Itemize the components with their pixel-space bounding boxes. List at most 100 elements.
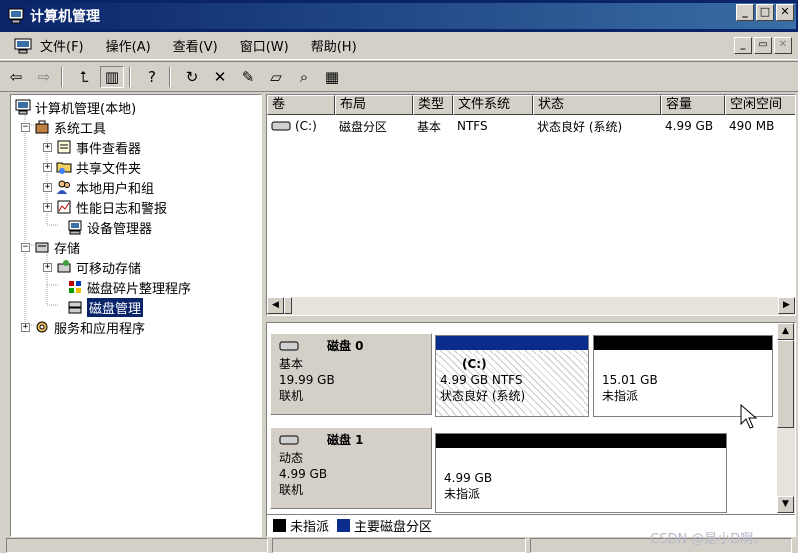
expand-icon[interactable]: +	[21, 322, 30, 332]
disk-name: 磁盘 0	[327, 339, 364, 353]
storage-icon	[35, 242, 49, 253]
maximize-button[interactable]: □	[756, 4, 774, 21]
delete-icon: ✕	[213, 67, 227, 86]
show-hide-tree-button[interactable]: ▥	[100, 65, 124, 88]
scroll-right-button[interactable]: ▶	[778, 297, 795, 314]
disk-status: 联机	[279, 483, 304, 497]
services-icon	[36, 321, 48, 333]
capacity-cell: 4.99 GB	[665, 119, 714, 133]
help-button[interactable]: ?	[140, 66, 164, 88]
partition-unallocated-1[interactable]: 4.99 GB 未指派	[435, 433, 727, 513]
expand-icon[interactable]: +	[43, 162, 52, 172]
close-button[interactable]: ✕	[776, 4, 794, 21]
refresh-button[interactable]: ↻	[180, 66, 204, 88]
table-row[interactable]: (C:) 磁盘分区 基本 NTFS 状态良好 (系统) 4.99 GB 490 …	[267, 117, 795, 135]
tree-item-system-tools[interactable]: − 系统工具	[21, 117, 106, 137]
layout-cell: 磁盘分区	[339, 119, 388, 134]
tree-label: 性能日志和警报	[76, 201, 168, 217]
delete-button[interactable]: ✕	[208, 66, 232, 88]
toolbar-separator	[169, 66, 171, 87]
scroll-down-button[interactable]: ▼	[777, 496, 794, 513]
mouse-cursor-icon	[740, 404, 758, 429]
disk-status: 联机	[279, 389, 304, 403]
arrow-left-icon: ⇦	[9, 67, 23, 86]
child-restore-button[interactable]: ▭	[754, 37, 772, 54]
filesystem-cell: NTFS	[457, 119, 488, 133]
system-menu-icon[interactable]	[14, 38, 32, 54]
column-header-volume[interactable]: 卷	[267, 95, 335, 115]
scroll-thumb[interactable]	[284, 297, 292, 314]
menu-action[interactable]: 操作(A)	[106, 36, 151, 55]
column-header-free-space[interactable]: 空闲空间	[725, 95, 795, 115]
up-folder-icon: ⮤	[79, 67, 89, 86]
horizontal-scrollbar[interactable]: ◀ ▶	[267, 297, 795, 315]
up-level-button[interactable]: ⮤	[72, 66, 96, 88]
tree-item-defrag[interactable]: 磁盘碎片整理程序	[67, 277, 191, 297]
disk-type: 基本	[279, 357, 304, 371]
open-folder-icon: ▱	[270, 67, 282, 86]
tree-item-perf-logs[interactable]: + 性能日志和警报	[43, 197, 167, 217]
tree-label: 存储	[54, 241, 81, 257]
column-header-filesystem[interactable]: 文件系统	[453, 95, 533, 115]
tree-item-storage[interactable]: − 存储	[21, 237, 80, 257]
tree-item-local-users[interactable]: + 本地用户和组	[43, 177, 154, 197]
window-title-bar[interactable]: 计算机管理 _ □ ✕	[0, 0, 798, 32]
partition-label: (C:)	[462, 357, 487, 371]
tree-item-services-apps[interactable]: + 服务和应用程序	[21, 317, 145, 337]
defrag-icon	[69, 281, 81, 293]
disk-size: 19.99 GB	[279, 373, 335, 387]
settings-button[interactable]: ▦	[320, 66, 344, 88]
console-tree[interactable]: 计算机管理(本地) − 系统工具 + 事件查看器 + 共享文件夹 + 本地用户和…	[10, 94, 262, 537]
tree-item-event-viewer[interactable]: + 事件查看器	[43, 137, 141, 157]
column-header-type[interactable]: 类型	[413, 95, 453, 115]
column-header-capacity[interactable]: 容量	[661, 95, 725, 115]
forward-button[interactable]: ⇨	[32, 66, 56, 88]
expand-icon[interactable]: +	[43, 262, 52, 272]
menu-view[interactable]: 查看(V)	[173, 36, 218, 55]
scroll-thumb[interactable]	[777, 340, 794, 428]
menu-file[interactable]: 文件(F)	[40, 36, 84, 55]
back-button[interactable]: ⇦	[4, 66, 28, 88]
scroll-left-button[interactable]: ◀	[267, 297, 284, 314]
tree-item-removable-storage[interactable]: + 可移动存储	[43, 257, 141, 277]
volume-list[interactable]: 卷 布局 类型 文件系统 状态 容量 空闲空间 (C:) 磁盘分区 基本 NTF…	[266, 94, 796, 316]
partition-c[interactable]: (C:) 4.99 GB NTFS 状态良好 (系统)	[435, 335, 589, 417]
vertical-scrollbar[interactable]: ▲ ▼	[777, 323, 795, 513]
search-button[interactable]: ⌕	[292, 66, 316, 88]
menu-help[interactable]: 帮助(H)	[311, 36, 357, 55]
column-header-status[interactable]: 状态	[533, 95, 661, 115]
properties-button[interactable]: ✎	[236, 66, 260, 88]
tree-label: 系统工具	[54, 121, 107, 137]
disk-icon	[279, 435, 299, 445]
scroll-up-button[interactable]: ▲	[777, 323, 794, 340]
collapse-icon[interactable]: −	[21, 242, 30, 252]
open-button[interactable]: ▱	[264, 66, 288, 88]
minimize-button[interactable]: _	[736, 4, 754, 21]
disk-view[interactable]: 磁盘 0 基本 19.99 GB 联机 (C:) 4.99 GB NTFS 状态…	[266, 322, 796, 537]
settings-icon: ▦	[324, 67, 340, 86]
disk-1-label[interactable]: 磁盘 1 动态 4.99 GB 联机	[270, 427, 432, 509]
expand-icon[interactable]: +	[43, 182, 52, 192]
disk-0-label[interactable]: 磁盘 0 基本 19.99 GB 联机	[270, 333, 432, 415]
child-minimize-button[interactable]: _	[734, 37, 752, 54]
disk-type: 动态	[279, 451, 304, 465]
disk-icon	[279, 341, 299, 351]
toolbar: ⇦ ⇨ ⮤ ▥ ? ↻ ✕ ✎ ▱ ⌕ ▦	[0, 61, 798, 92]
expand-icon[interactable]: +	[43, 142, 52, 152]
expand-icon[interactable]: +	[43, 202, 52, 212]
child-close-button[interactable]: ✕	[774, 37, 792, 54]
unallocated-swatch	[273, 519, 286, 532]
menu-window[interactable]: 窗口(W)	[240, 36, 289, 55]
tree-item-root[interactable]: 计算机管理(本地)	[15, 97, 136, 117]
tree-item-device-manager[interactable]: 设备管理器	[67, 217, 152, 237]
volume-icon	[271, 121, 291, 131]
partition-status: 状态良好 (系统)	[440, 389, 526, 403]
arrow-right-icon: ⇨	[37, 67, 51, 86]
computer-icon	[15, 99, 31, 115]
status-cell: 状态良好 (系统)	[537, 119, 623, 134]
column-header-layout[interactable]: 布局	[335, 95, 413, 115]
collapse-icon[interactable]: −	[21, 122, 30, 132]
tree-item-disk-management[interactable]: 磁盘管理	[67, 297, 144, 317]
tree-item-shared-folders[interactable]: + 共享文件夹	[43, 157, 141, 177]
removable-storage-icon	[57, 260, 71, 273]
